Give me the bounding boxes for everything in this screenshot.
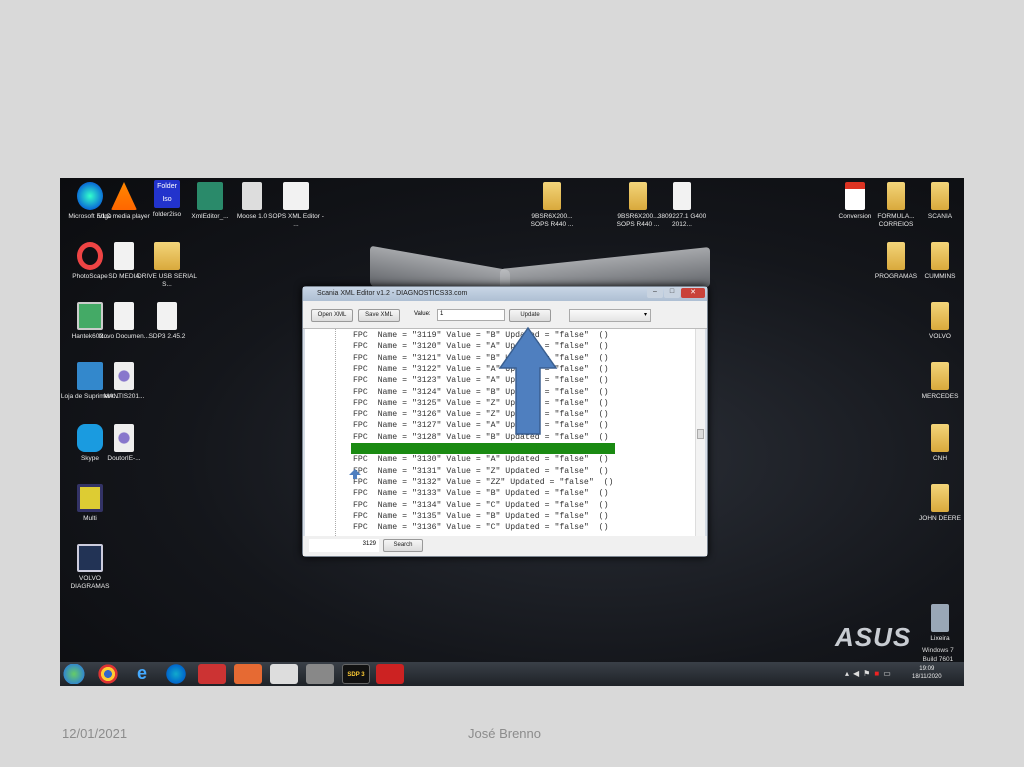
tree-row[interactable]: FPC Name = "3121" Value = "B" Updated = … — [353, 353, 609, 364]
asus-logo: ASUS — [835, 622, 912, 652]
value-input[interactable]: 1 — [437, 309, 505, 321]
value-label: Value: — [414, 311, 431, 317]
desktop-icon-john-deere[interactable]: JOHN DEERE — [910, 484, 964, 523]
desktop-icon-mercedes[interactable]: MERCEDES — [910, 362, 964, 401]
desktop-icon-multi[interactable]: Multi — [60, 484, 120, 523]
tree-row[interactable]: FPC Name = "3124" Value = "B" Updated = … — [353, 387, 609, 398]
search-bar: 3129 Search — [303, 536, 707, 556]
tree-row[interactable]: FPC Name = "3135" Value = "B" Updated = … — [353, 511, 609, 522]
window-title: Scania XML Editor v1.2 - DIAGNOSTICS33.c… — [317, 290, 468, 297]
desktop-icon-cummins[interactable]: CUMMINS — [910, 242, 964, 281]
toolbar: Open XML Save XML Value: 1 Update ▾ — [303, 301, 707, 329]
minimize-button[interactable]: – — [647, 288, 663, 298]
icon-label: CNH — [932, 455, 948, 462]
folder2iso-logo: Folder Iso — [154, 180, 180, 208]
tree-row[interactable]: FPC Name = "3131" Value = "Z" Updated = … — [353, 466, 609, 477]
slide-date: 12/01/2021 — [62, 726, 128, 741]
chevron-down-icon: ▾ — [643, 312, 647, 318]
clock-time: 19:09 — [919, 666, 935, 672]
update-button[interactable]: Update — [509, 309, 551, 322]
icon-label: VOLVO DIAGRAMAS — [70, 575, 110, 590]
node-dropdown[interactable]: ▾ — [569, 309, 651, 322]
tree-line — [335, 329, 336, 538]
desktop-icon-scania[interactable]: SCANIA — [910, 182, 964, 221]
icon-label: Moose 1.0 — [236, 213, 268, 220]
desktop-icon-doutorie[interactable]: DoutorIE-... — [94, 424, 154, 463]
icon-label: FORMULA... CORREIOS — [877, 213, 915, 228]
icon-label: SCANIA — [927, 213, 953, 220]
icon-label: 9BSR6X200... SOPS R440 ... — [530, 213, 574, 228]
icon-label: 3809227.1 G400 2012... — [657, 213, 707, 228]
tree-row[interactable]: FPC Name = "3120" Value = "A" Updated = … — [353, 341, 609, 352]
desktop-icon-cnh[interactable]: CNH — [910, 424, 964, 463]
desktop-icon-sops-xml[interactable]: SOPS XML Editor - ... — [266, 182, 326, 229]
desktop-icon-drive-usb[interactable]: DRIVE USB SERIAL S... — [137, 242, 197, 289]
save-xml-button[interactable]: Save XML — [358, 309, 400, 322]
icon-label: SOPS XML Editor - ... — [268, 213, 324, 228]
tree-row[interactable]: FPC Name = "3123" Value = "A" Updated = … — [353, 375, 609, 386]
tree-row[interactable]: FPC Name = "3133" Value = "B" Updated = … — [353, 488, 609, 499]
scrollbar-thumb[interactable] — [697, 429, 704, 439]
taskbar: e SDP 3 ▴◀⚑■▭ 19:09 18/11/2020 — [60, 662, 964, 686]
taskbar-chrome-icon[interactable] — [94, 664, 122, 684]
tree-row[interactable]: FPC Name = "3130" Value = "A" Updated = … — [353, 454, 609, 465]
start-button[interactable] — [60, 664, 88, 684]
taskbar-ie-icon[interactable]: e — [128, 664, 156, 684]
icon-label: MANTIS201... — [103, 393, 145, 400]
search-input[interactable]: 3129 — [309, 539, 379, 552]
icon-label: Multi — [83, 515, 97, 522]
close-button[interactable]: ✕ — [681, 288, 705, 298]
icon-label: SDP3 2.45.2 — [148, 333, 186, 340]
taskbar-document-icon[interactable] — [270, 664, 298, 684]
tree-row[interactable]: FPC Name = "3136" Value = "C" Updated = … — [353, 522, 609, 533]
tree-row[interactable]: FPC Name = "3126" Value = "Z" Updated = … — [353, 409, 609, 420]
system-tray-icons[interactable]: ▴◀⚑■▭ — [845, 669, 895, 678]
icon-label: DoutorIE-... — [107, 455, 141, 462]
desktop-icon-file[interactable]: 3809227.1 G400 2012... — [652, 182, 712, 229]
up-arrow-annotation — [498, 326, 558, 435]
icon-label: CUMMINS — [924, 273, 956, 280]
icon-label: MERCEDES — [921, 393, 959, 400]
taskbar-drive-icon[interactable] — [306, 664, 334, 684]
desktop-screenshot: Microsoft Edge VLC media player Folder I… — [60, 178, 964, 686]
tree-row[interactable]: FPC Name = "3132" Value = "ZZ" Updated =… — [353, 477, 613, 488]
slide-author: José Brenno — [468, 726, 541, 741]
clock-date: 18/11/2020 — [912, 674, 942, 680]
taskbar-edge-icon[interactable] — [162, 664, 190, 684]
icon-label: VOLVO — [929, 333, 951, 340]
icon-label: JOHN DEERE — [919, 515, 961, 522]
taskbar-powerpoint-icon[interactable] — [234, 664, 262, 684]
vertical-scrollbar[interactable] — [695, 329, 705, 538]
icon-label: folder2iso — [152, 211, 182, 218]
icon-label: Lixeira — [930, 635, 950, 642]
desktop-icon-mantis[interactable]: MANTIS201... — [94, 362, 154, 401]
taskbar-app-icon[interactable] — [198, 664, 226, 684]
title-bar[interactable]: Scania XML Editor v1.2 - DIAGNOSTICS33.c… — [303, 287, 707, 301]
clock[interactable]: 19:09 18/11/2020 — [912, 665, 942, 681]
tree-row-selected[interactable]: FPC Name = "3129" Value = "B" Updated = … — [351, 443, 615, 454]
desktop-icon-volvo-diagramas[interactable]: VOLVO DIAGRAMAS — [60, 544, 120, 591]
taskbar-acrobat-icon[interactable] — [376, 664, 404, 684]
search-button[interactable]: Search — [383, 539, 423, 552]
tree-row[interactable]: FPC Name = "3119" Value = "B" Updated = … — [353, 330, 609, 341]
tree-row[interactable]: FPC Name = "3128" Value = "B" Updated = … — [353, 432, 609, 443]
tree-row[interactable]: FPC Name = "3127" Value = "A" Updated = … — [353, 420, 609, 431]
icon-label: SD MEDIA — [108, 273, 140, 280]
desktop-icon-folder[interactable]: 9BSR6X200... SOPS R440 ... — [522, 182, 582, 229]
desktop-icon-volvo[interactable]: VOLVO — [910, 302, 964, 341]
maximize-button[interactable]: □ — [664, 288, 680, 298]
small-arrow-annotation — [349, 469, 361, 479]
tree-row[interactable]: FPC Name = "3122" Value = "A" Updated = … — [353, 364, 609, 375]
tree-row[interactable]: FPC Name = "3125" Value = "Z" Updated = … — [353, 398, 609, 409]
desktop-icon-sdp3[interactable]: SDP3 2.45.2 — [137, 302, 197, 341]
tree-row[interactable]: FPC Name = "3134" Value = "C" Updated = … — [353, 500, 609, 511]
open-xml-button[interactable]: Open XML — [311, 309, 353, 322]
icon-label: DRIVE USB SERIAL S... — [137, 273, 197, 288]
watermark-line: Windows 7 — [922, 647, 954, 654]
desktop-icon-recycle-bin[interactable]: Lixeira — [910, 604, 964, 643]
taskbar-sdp3-icon[interactable]: SDP 3 — [342, 664, 370, 684]
